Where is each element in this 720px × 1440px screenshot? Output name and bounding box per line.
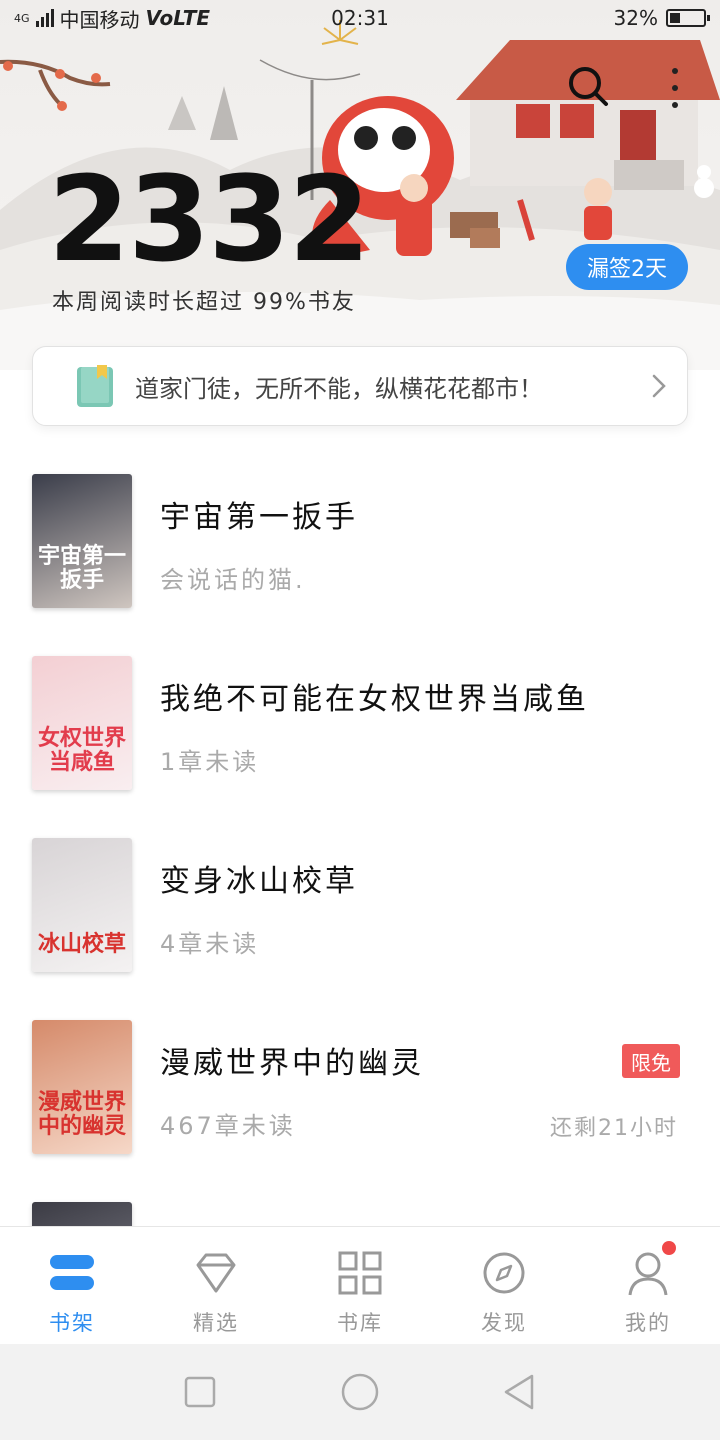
tab-discover[interactable]: 发现 (432, 1227, 576, 1344)
battery-icon (666, 9, 710, 27)
free-time-remaining: 还剩21小时 (550, 1116, 678, 1141)
book-title: 我绝不可能在女权世界当咸鱼 (160, 682, 589, 717)
unread-chapters: 467章未读 (160, 1112, 296, 1140)
search-button[interactable] (566, 64, 610, 108)
tab-label: 发现 (481, 1311, 527, 1335)
header-banner: 2332 本周阅读时长超过 99%书友 漏签2天 (0, 0, 720, 370)
cover-title: 漫威世界中的幽灵 (37, 1089, 126, 1139)
book-list-item[interactable]: 女权世界当咸鱼 我绝不可能在女权世界当咸鱼 1章未读 (0, 656, 720, 816)
unread-chapters: 1章未读 (160, 748, 260, 776)
carrier-name: 中国移动 (59, 7, 140, 32)
cover-title: 宇宙第一扳手 (37, 543, 126, 593)
missed-checkin-button[interactable]: 漏签2天 (566, 244, 688, 290)
book-icon (77, 365, 113, 407)
chevron-right-icon (652, 374, 666, 398)
bookshelf-icon (50, 1255, 94, 1290)
unread-chapters: 4章未读 (160, 930, 260, 958)
book-cover: 宇宙第一扳手 (32, 474, 132, 608)
tab-label: 书架 (49, 1311, 95, 1335)
book-cover: 冰山校草 (32, 838, 132, 972)
book-author: 会说话的猫. (160, 566, 306, 594)
dot-icon (672, 68, 678, 74)
system-navigation-bar (0, 1344, 720, 1440)
compass-icon (483, 1252, 525, 1294)
book-list-item[interactable]: 宇宙第一扳手 宇宙第一扳手 会说话的猫. (0, 474, 720, 634)
book-cover: 女权世界当咸鱼 (32, 656, 132, 790)
tab-profile[interactable]: 我的 (576, 1227, 720, 1344)
dot-icon (672, 102, 678, 108)
reading-rank-subtitle: 本周阅读时长超过 99%书友 (52, 290, 356, 315)
person-icon (628, 1252, 668, 1296)
battery-percent: 32% (613, 6, 658, 30)
tab-bookshelf[interactable]: 书架 (0, 1227, 144, 1344)
signal-icon (35, 9, 54, 27)
cover-title: 女权世界当咸鱼 (37, 725, 126, 775)
back-button[interactable] (500, 1372, 540, 1412)
recommendation-card[interactable]: 道家门徒，无所不能，纵横花花都市！ (32, 346, 688, 426)
recent-apps-button[interactable] (180, 1372, 220, 1412)
weekly-reading-time: 2332 (48, 150, 370, 288)
limited-free-badge: 限免 (622, 1044, 680, 1078)
status-bar: 4G 中国移动 VoLTE 02:31 32% (0, 0, 720, 36)
book-cover: 漫威世界中的幽灵 (32, 1020, 132, 1154)
bottom-navigation: 书架 精选 书库 发现 我的 (0, 1226, 720, 1344)
tab-label: 我的 (625, 1311, 671, 1335)
network-type: 4G (14, 11, 30, 25)
book-list-item[interactable]: 冰山校草 变身冰山校草 4章未读 (0, 838, 720, 998)
tab-label: 书库 (337, 1311, 383, 1335)
cover-title: 冰山校草 (37, 931, 126, 957)
book-title: 宇宙第一扳手 (160, 500, 358, 535)
dot-icon (672, 85, 678, 91)
more-menu-button[interactable] (664, 66, 686, 110)
book-title: 漫威世界中的幽灵 (160, 1046, 424, 1081)
tab-label: 精选 (193, 1311, 239, 1335)
home-button[interactable] (340, 1372, 380, 1412)
notification-dot (662, 1241, 676, 1255)
grid-icon (338, 1251, 382, 1295)
tab-featured[interactable]: 精选 (144, 1227, 288, 1344)
recommendation-text: 道家门徒，无所不能，纵横花花都市！ (135, 374, 543, 403)
search-icon (569, 67, 608, 106)
tab-library[interactable]: 书库 (288, 1227, 432, 1344)
volte-indicator: VoLTE (145, 6, 211, 30)
book-list-item[interactable]: 漫威世界中的幽灵 漫威世界中的幽灵 467章未读 限免 还剩21小时 (0, 1020, 720, 1180)
battery-level (670, 13, 681, 23)
diamond-icon (196, 1253, 236, 1293)
book-title: 变身冰山校草 (160, 864, 358, 899)
